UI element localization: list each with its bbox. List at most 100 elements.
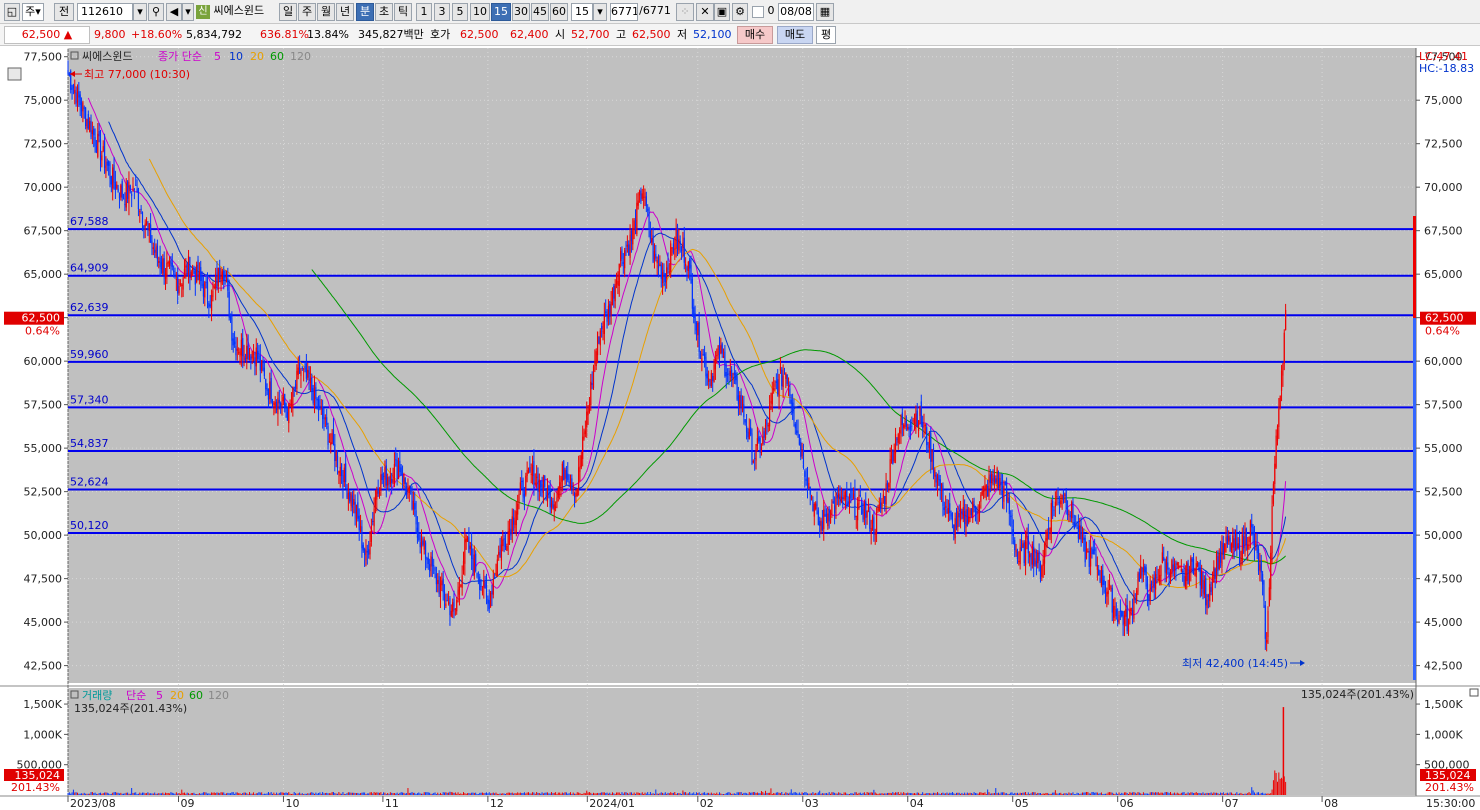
candle-body — [949, 503, 951, 514]
sell-button[interactable]: 매도 — [777, 26, 813, 44]
candle-body — [774, 383, 776, 387]
y-tick-label-right: 65,000 — [1424, 268, 1463, 281]
candle-body — [614, 284, 616, 302]
date-input[interactable]: 08/08 — [778, 3, 814, 21]
interval-1[interactable]: 1 — [416, 3, 432, 21]
candle-body — [170, 260, 172, 264]
candle-body — [1206, 599, 1208, 608]
candle-body — [128, 182, 130, 204]
candle-body — [1007, 496, 1009, 503]
candle-body — [913, 422, 916, 424]
candle-body — [147, 226, 149, 228]
stock-code-input[interactable]: 112610 — [77, 3, 133, 21]
candle-body — [670, 243, 672, 273]
candle-body — [634, 219, 637, 231]
candle-body — [745, 425, 748, 433]
candle-body — [835, 497, 837, 510]
interval-dropdown-icon[interactable]: ▾ — [593, 3, 607, 21]
candle-body — [366, 551, 368, 553]
window-menu-icon[interactable]: ◱ — [4, 3, 20, 21]
candle-body — [1207, 595, 1210, 598]
candle-body — [592, 366, 595, 388]
interval-45[interactable]: 45 — [531, 3, 549, 21]
candle-body — [1100, 565, 1103, 586]
candle-body — [1253, 533, 1256, 550]
candle-body — [885, 483, 887, 505]
candle-body — [892, 450, 894, 465]
candle-body — [1169, 573, 1172, 581]
candle-body — [773, 388, 775, 390]
period-second[interactable]: 초 — [375, 3, 393, 21]
save-icon[interactable]: ▣ — [714, 3, 730, 21]
period-tick[interactable]: 틱 — [394, 3, 412, 21]
candle-body — [452, 602, 454, 612]
current-pct-right: 0.64% — [1425, 325, 1460, 338]
period-year[interactable]: 년 — [336, 3, 354, 21]
candle-body — [583, 432, 585, 439]
candle-body — [1014, 539, 1016, 550]
candle-body — [861, 500, 863, 515]
period-day[interactable]: 일 — [279, 3, 297, 21]
candle-body — [1083, 537, 1085, 541]
y-tick-label-left: 77,500 — [24, 51, 63, 64]
candle-body — [615, 280, 618, 285]
gear-icon[interactable]: ⚙ — [732, 3, 748, 21]
count-input[interactable]: 6771 — [610, 3, 638, 21]
code-dropdown-icon[interactable]: ▾ — [133, 3, 147, 21]
speaker-icon[interactable]: ◀ — [166, 3, 182, 21]
calendar-icon[interactable]: ▦ — [816, 3, 834, 21]
speaker-dropdown-icon[interactable]: ▾ — [182, 3, 194, 21]
y-tick-label-right: 60,000 — [1424, 355, 1463, 368]
draw-tool-icon[interactable]: ✕ — [696, 3, 714, 21]
indicator-icon[interactable]: ⁘ — [676, 3, 694, 21]
interval-15[interactable]: 15 — [491, 3, 511, 21]
market-select[interactable]: 주▾ — [22, 3, 44, 21]
interval-5[interactable]: 5 — [452, 3, 468, 21]
candle-body — [1172, 564, 1174, 571]
candle-body — [1023, 542, 1025, 564]
candle-body — [475, 553, 477, 572]
candle-body — [817, 510, 819, 525]
buy-button[interactable]: 매수 — [737, 26, 773, 44]
candle-body — [369, 543, 371, 555]
candle-body — [1108, 584, 1111, 586]
option-checkbox[interactable] — [752, 6, 764, 18]
period-month[interactable]: 월 — [317, 3, 335, 21]
search-icon[interactable]: ⚲ — [148, 3, 164, 21]
interval-3[interactable]: 3 — [434, 3, 450, 21]
y-tick-label-right: 75,000 — [1424, 94, 1463, 107]
candle-body — [1043, 543, 1046, 564]
avg-button[interactable]: 평 — [816, 26, 836, 44]
candle-body — [1065, 490, 1067, 510]
candle-body — [529, 467, 531, 472]
candle-body — [805, 478, 807, 482]
price-chart[interactable]: 67,588 64,909 62,639 59,960 57,340 54,837 52,6… — [0, 46, 1480, 810]
candle-body — [973, 504, 975, 508]
candle-body — [847, 501, 849, 506]
candle-body — [930, 433, 932, 462]
candle-body — [513, 517, 515, 525]
candle-body — [175, 279, 177, 281]
candle-body — [1256, 545, 1258, 554]
prev-button[interactable]: 전 — [54, 3, 74, 21]
interval-60[interactable]: 60 — [550, 3, 568, 21]
candle-body — [656, 260, 658, 264]
volume-panel-close-icon[interactable] — [1469, 688, 1479, 697]
candle-body — [75, 92, 77, 104]
candle-body — [284, 394, 286, 408]
candle-body — [950, 513, 952, 517]
period-minute[interactable]: 분 — [356, 3, 374, 21]
interval-10[interactable]: 10 — [470, 3, 490, 21]
period-week[interactable]: 주 — [298, 3, 316, 21]
interval-input[interactable]: 15 — [571, 3, 593, 21]
candle-body — [991, 473, 993, 484]
chart-settings-icon[interactable] — [7, 67, 22, 81]
candle-body — [664, 273, 666, 283]
candle-body — [850, 490, 852, 499]
candle-body — [732, 376, 734, 381]
interval-30[interactable]: 30 — [512, 3, 530, 21]
candle-body — [674, 248, 676, 250]
candle-body — [1196, 562, 1199, 567]
candle-body — [855, 516, 857, 518]
candle-body — [717, 345, 719, 356]
